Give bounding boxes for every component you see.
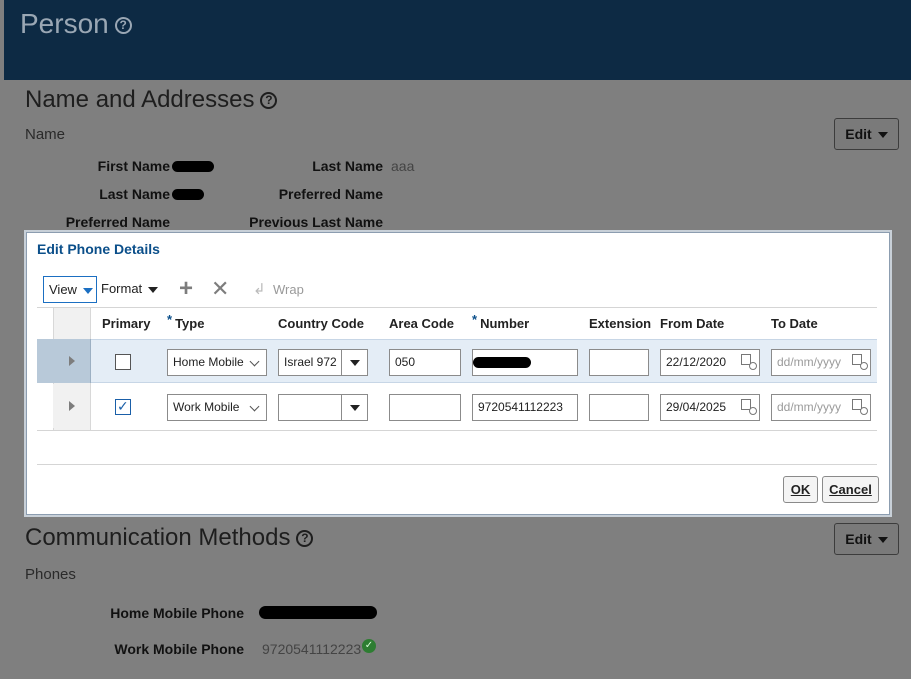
calendar-icon[interactable] [741,399,757,415]
previous-last-name-label: Previous Last Name [249,214,383,230]
wrap-button[interactable]: Wrap [273,282,304,297]
col-to-date: To Date [771,316,818,331]
edit-name-button[interactable]: Edit [834,118,899,150]
name-addresses-title-text: Name and Addresses [25,86,255,113]
communication-title-text: Communication Methods [25,524,291,551]
type-value: Home Mobile [173,355,244,369]
calendar-icon[interactable] [852,399,868,415]
col-country-code: Country Code [278,316,364,331]
from-date-input[interactable]: 29/04/2025 [660,394,760,421]
from-date-value: 22/12/2020 [666,355,727,369]
view-label: View [49,282,77,297]
col-extension: Extension [589,316,652,331]
country-code-combo[interactable] [278,394,368,421]
verified-check-icon: ✓ [362,639,376,653]
col-primary: Primary [102,316,151,331]
last-name-label: Last Name [99,186,170,202]
first-name-label: First Name [97,158,170,174]
from-date-input[interactable]: 22/12/2020 [660,349,760,376]
redacted-value [259,606,377,619]
chevron-down-icon [249,356,260,367]
to-date-input[interactable]: dd/mm/yyyy [771,349,871,376]
dropdown-icon[interactable] [341,350,367,375]
required-marker: * [167,312,173,327]
wrap-icon: ↲ [253,281,266,298]
phones-subtitle: Phones [25,566,76,583]
country-code-value: Israel 972 [284,355,337,369]
name-subtitle: Name [25,126,66,143]
area-code-input[interactable]: 050 [389,349,461,376]
x-icon[interactable]: ✕ [211,276,229,302]
page-title-text: Person [20,8,109,39]
chevron-down-icon [877,132,888,139]
edit-label: Edit [845,531,872,547]
home-mobile-phone-label: Home Mobile Phone [110,605,244,621]
work-mobile-phone-value: 9720541112223 [262,641,362,657]
row-selector[interactable] [53,384,91,428]
ok-button[interactable]: OK [783,476,818,503]
cancel-button[interactable]: Cancel [822,476,879,503]
from-date-value: 29/04/2025 [666,400,727,414]
to-date-input[interactable]: dd/mm/yyyy [771,394,871,421]
format-menu-button[interactable]: Format [101,281,159,296]
communication-methods-title: Communication Methods? [25,524,314,552]
to-date-placeholder: dd/mm/yyyy [777,400,842,414]
col-type-label: Type [175,316,205,331]
type-select[interactable]: Home Mobile [167,349,267,376]
view-menu-button[interactable]: View [43,276,97,303]
plus-icon[interactable]: + [179,276,193,302]
number-value: 9720541112223 [478,400,563,414]
number-input[interactable]: 9720541112223 [472,394,578,421]
extension-input[interactable] [589,349,649,376]
country-code-combo[interactable]: Israel 972 [278,349,368,376]
dialog-divider [37,464,877,465]
redacted-value [172,189,204,200]
col-type: * Type [167,312,205,331]
to-date-placeholder: dd/mm/yyyy [777,355,842,369]
preferred-name-label: Preferred Name [65,214,170,230]
chevron-down-icon [877,537,888,544]
redacted-value [172,161,214,172]
col-area-code: Area Code [389,316,455,331]
edit-phone-details-dialog: Edit Phone Details View Format + ✕ ↲ Wra… [26,232,890,515]
help-icon[interactable]: ? [114,17,132,35]
phone-details-table: Primary * Type Country Code Area Code * Nu… [37,307,877,431]
chevron-down-icon [249,401,260,412]
chevron-right-icon [69,401,75,411]
redacted-value [473,357,531,368]
edit-label: Edit [845,126,872,142]
page-title: Person? [20,8,132,40]
primary-checkbox[interactable] [115,354,131,370]
type-select[interactable]: Work Mobile [167,394,267,421]
preferred-name-label-2: Preferred Name [278,186,383,202]
chevron-down-icon [148,286,159,293]
calendar-icon[interactable] [741,354,757,370]
extension-input[interactable] [589,394,649,421]
type-value: Work Mobile [173,400,240,414]
last-name-value-2: aaa [391,158,415,174]
help-icon[interactable]: ? [296,530,314,548]
primary-checkbox[interactable] [115,398,131,415]
help-icon[interactable]: ? [260,92,278,110]
col-number-label: Number [480,316,530,331]
dialog-title: Edit Phone Details [37,241,160,257]
dropdown-icon[interactable] [341,395,367,420]
calendar-icon[interactable] [852,354,868,370]
name-addresses-title: Name and Addresses? [25,86,278,114]
area-code-input[interactable] [389,394,461,421]
format-label: Format [101,281,143,296]
edit-communication-button[interactable]: Edit [834,523,899,555]
col-number: * Number [472,312,530,331]
chevron-right-icon [69,356,75,366]
page-header: Person? [4,0,911,80]
area-code-value: 050 [395,355,416,369]
row-selector[interactable] [37,339,91,383]
chevron-down-icon [82,287,93,294]
work-mobile-phone-label: Work Mobile Phone [114,641,244,657]
table-toolbar: View Format + ✕ ↲ Wrap [43,276,863,304]
required-marker: * [472,312,478,327]
number-input[interactable] [472,349,578,376]
last-name-label-2: Last Name [312,158,383,174]
col-from-date: From Date [660,316,725,331]
